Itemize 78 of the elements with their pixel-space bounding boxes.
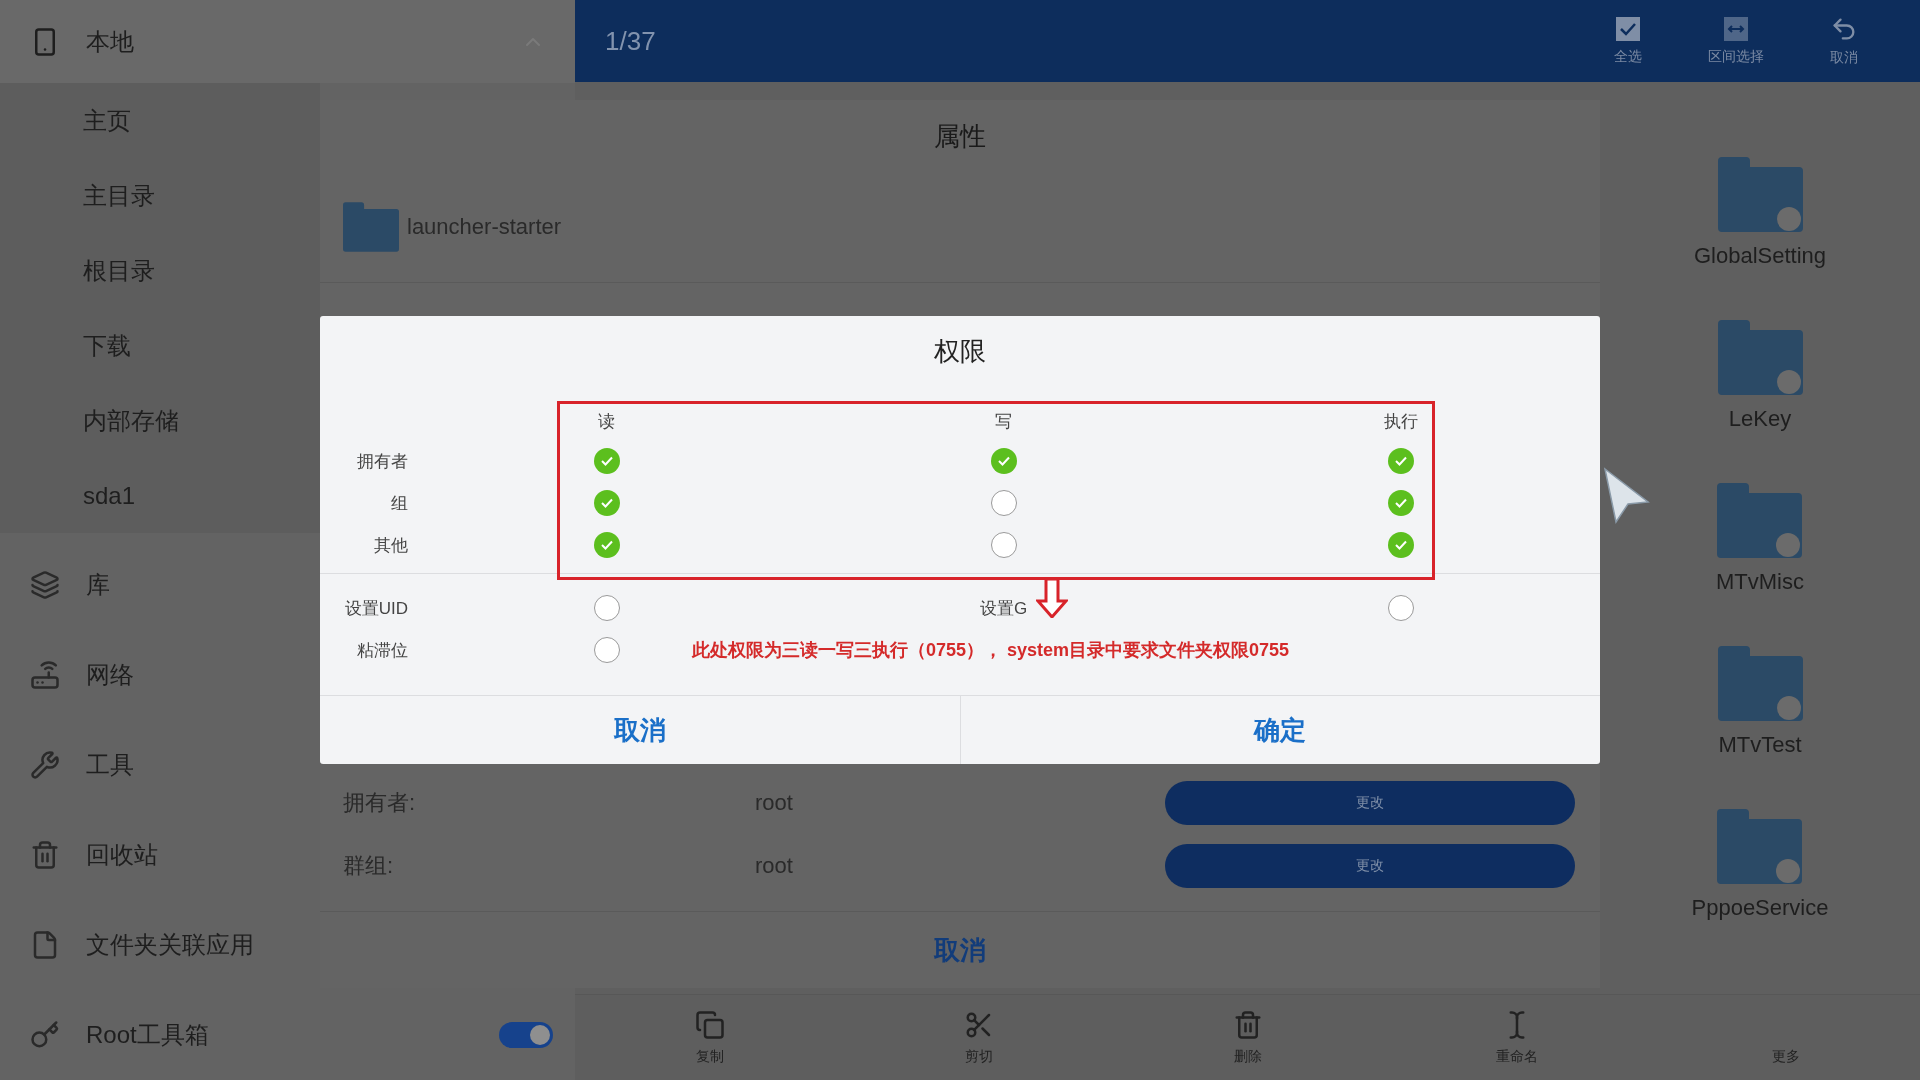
cancel-button[interactable]: 取消: [934, 932, 986, 968]
permission-checkbox[interactable]: [593, 532, 620, 558]
sidebar-item[interactable]: Root工具箱: [86, 1019, 209, 1051]
folder-name[interactable]: LeKey: [1728, 405, 1792, 433]
down-arrow-icon: [1036, 578, 1068, 618]
toolbar-button[interactable]: 取消: [1790, 15, 1898, 67]
permission-checkbox[interactable]: [1387, 448, 1414, 474]
row-label: 粘滞位: [357, 639, 408, 662]
folder-icon: [1717, 809, 1803, 884]
field-label: 拥有者:: [343, 788, 417, 817]
trash-icon: [30, 840, 60, 870]
checkbox-icon: [1615, 16, 1641, 42]
sidebar-item[interactable]: 主目录: [0, 158, 320, 233]
option-checkbox[interactable]: [593, 637, 620, 663]
column-header: 写: [995, 410, 1012, 433]
folder-name[interactable]: MTvMisc: [1716, 568, 1804, 596]
row-label: 组: [391, 492, 408, 515]
row-label: 其他: [374, 534, 408, 557]
sidebar-header[interactable]: 本地: [0, 0, 575, 83]
toolbar-label[interactable]: 复制: [695, 1047, 724, 1066]
sidebar-item[interactable]: 网络: [86, 659, 134, 691]
folder-icon: [1717, 157, 1803, 232]
permission-checkbox[interactable]: [990, 490, 1017, 516]
mouse-pointer-icon: [1602, 466, 1652, 526]
sidebar-item[interactable]: 库: [86, 569, 110, 601]
folder-name: launcher-starter: [407, 214, 562, 240]
wrench-icon: [30, 750, 60, 780]
folder-name[interactable]: GlobalSetting: [1693, 242, 1827, 270]
permission-checkbox[interactable]: [593, 448, 620, 474]
folder-icon: [1717, 483, 1803, 558]
toolbar-button[interactable]: 全选: [1574, 16, 1682, 66]
sidebar-item[interactable]: 回收站: [86, 839, 158, 871]
option-checkbox[interactable]: [593, 595, 620, 621]
field-value: root: [755, 789, 794, 816]
permission-checkbox[interactable]: [1387, 490, 1414, 516]
permission-checkbox[interactable]: [990, 448, 1017, 474]
field-value: root: [755, 852, 794, 879]
sidebar-item[interactable]: 内部存储: [0, 383, 320, 458]
sidebar-item[interactable]: 主页: [0, 83, 320, 158]
folder-name[interactable]: PppoeService: [1691, 894, 1829, 922]
folder-icon: [1717, 320, 1803, 395]
row-label: 设置UID: [344, 597, 408, 620]
folder-name[interactable]: MTvTest: [1718, 731, 1802, 759]
field-label: 群组:: [343, 851, 395, 880]
dialog-button[interactable]: 确定: [959, 696, 1600, 764]
row-label: 设置G: [979, 597, 1028, 620]
folder-icon: [1717, 646, 1803, 721]
row-label: 拥有者: [357, 450, 408, 473]
toolbar-label[interactable]: 删除: [1233, 1047, 1262, 1066]
dialog-title: 属性: [933, 119, 987, 153]
dialog-title: 权限: [933, 334, 987, 368]
change-button[interactable]: 更改: [1165, 843, 1575, 888]
permission-checkbox[interactable]: [593, 490, 620, 516]
sidebar-item[interactable]: 根目录: [0, 233, 320, 308]
sidebar-label: 本地: [86, 26, 134, 57]
toolbar-label[interactable]: 重命名: [1495, 1047, 1538, 1066]
option-checkbox[interactable]: [1387, 595, 1414, 621]
change-button[interactable]: 更改: [1165, 780, 1575, 825]
folder-icon: [343, 202, 399, 252]
column-header: 读: [598, 410, 615, 433]
layers-icon: [30, 570, 60, 600]
sidebar-item[interactable]: 文件夹关联应用: [86, 929, 254, 961]
range-select-icon: [1723, 16, 1749, 42]
router-icon: [30, 660, 60, 690]
column-header: 执行: [1383, 410, 1418, 433]
permission-checkbox[interactable]: [990, 532, 1017, 558]
sidebar-item[interactable]: sda1: [0, 458, 320, 533]
permission-checkbox[interactable]: [1387, 532, 1414, 558]
toolbar-label[interactable]: 更多: [1771, 1047, 1800, 1066]
toolbar-button[interactable]: 区间选择: [1682, 16, 1790, 66]
sidebar-item[interactable]: 工具: [86, 749, 134, 781]
key-icon: [30, 1020, 60, 1050]
copy-icon[interactable]: [694, 1009, 725, 1040]
sidebar-item[interactable]: 下载: [0, 308, 320, 383]
annotation-note: 此处权限为三读一写三执行（0755）， system目录中要求文件夹权限0755: [692, 639, 1291, 662]
dialog-button[interactable]: 取消: [320, 696, 960, 764]
toggle-switch[interactable]: [499, 1022, 553, 1048]
selection-counter: 1/37: [605, 25, 657, 57]
